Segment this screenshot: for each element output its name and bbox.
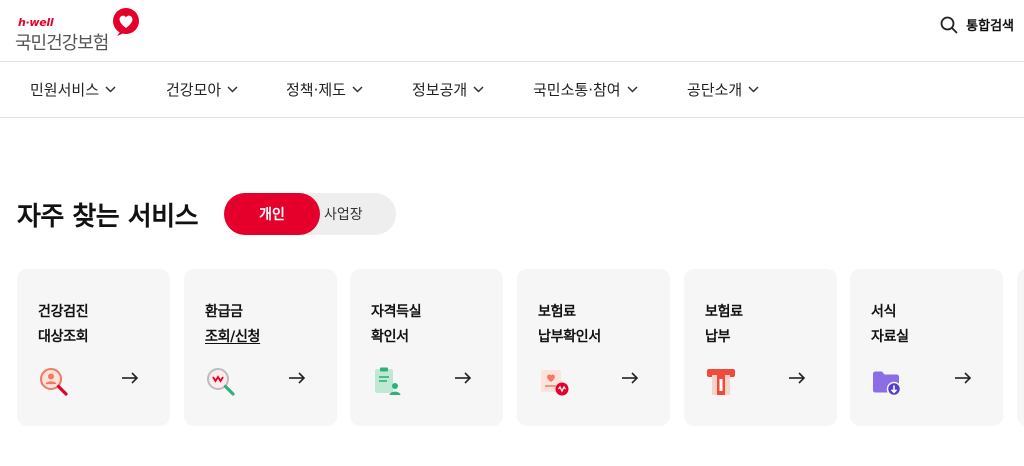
user-type-toggle: 개인 사업장 bbox=[224, 193, 396, 235]
person-search-icon bbox=[40, 368, 68, 396]
service-card-partial[interactable] bbox=[1017, 269, 1024, 426]
heart-logo-icon bbox=[113, 8, 139, 36]
nav-item-disclosure[interactable]: 정보공개 bbox=[412, 79, 484, 100]
arrow-right-icon bbox=[622, 372, 639, 384]
card-title-line2: 확인서 bbox=[371, 329, 409, 345]
logo-brand: h·well bbox=[18, 16, 54, 29]
service-card-eligibility-certificate[interactable]: 자격득실 확인서 bbox=[350, 269, 503, 426]
toggle-business-button[interactable]: 사업장 bbox=[320, 193, 396, 235]
section-title: 자주 찾는 서비스 bbox=[17, 202, 199, 232]
service-card-premium-payment[interactable]: 보험료 납부 bbox=[684, 269, 837, 426]
chevron-down-icon bbox=[352, 86, 363, 93]
card-title-line1: 건강검진 bbox=[38, 304, 89, 320]
arrow-right-icon bbox=[122, 372, 139, 384]
arrow-right-icon bbox=[289, 372, 306, 384]
premium-receipt-icon bbox=[541, 370, 569, 396]
card-title-line1: 보험료 bbox=[538, 304, 576, 320]
service-card-forms-library[interactable]: 서식 자료실 bbox=[850, 269, 1003, 426]
search-icon bbox=[940, 16, 958, 33]
card-title-line2: 납부 bbox=[705, 329, 731, 345]
nav-item-about[interactable]: 공단소개 bbox=[687, 79, 759, 100]
nav-item-label: 공단소개 bbox=[687, 81, 743, 99]
chevron-down-icon bbox=[748, 86, 759, 93]
nav-item-label: 정보공개 bbox=[412, 81, 468, 99]
folder-download-icon bbox=[873, 371, 902, 397]
nav-item-participation[interactable]: 국민소통·참여 bbox=[533, 79, 638, 100]
chevron-down-icon bbox=[227, 86, 238, 93]
nav-item-label: 민원서비스 bbox=[30, 81, 100, 99]
nav-item-label: 국민소통·참여 bbox=[533, 81, 621, 99]
nav-item-label: 건강모아 bbox=[166, 81, 222, 99]
payment-machine-icon bbox=[707, 369, 735, 395]
site-header: h·well 국민건강보험 통합검색 bbox=[0, 0, 1024, 62]
logo-org-name: 국민건강보험 bbox=[15, 33, 109, 54]
integrated-search-button[interactable]: 통합검색 bbox=[940, 15, 1014, 34]
service-card-refund[interactable]: 환급금 조회/신청 bbox=[184, 269, 337, 426]
card-title-line2: 자료실 bbox=[871, 329, 909, 345]
service-card-health-checkup[interactable]: 건강검진 대상조회 bbox=[17, 269, 170, 426]
refund-search-icon bbox=[207, 368, 235, 396]
card-title-line2: 대상조회 bbox=[38, 329, 89, 345]
main-nav: 민원서비스 건강모아 정책·제도 정보공개 국민소통·참여 공단소개 bbox=[0, 62, 1024, 118]
chevron-down-icon bbox=[473, 86, 484, 93]
card-title-line2: 조회/신청 bbox=[205, 329, 261, 345]
toggle-individual-button[interactable]: 개인 bbox=[224, 193, 320, 235]
nav-item-label: 정책·제도 bbox=[286, 81, 346, 99]
arrow-right-icon bbox=[455, 372, 472, 384]
card-title-line1: 보험료 bbox=[705, 304, 743, 320]
card-title-line1: 자격득실 bbox=[371, 304, 422, 320]
arrow-right-icon bbox=[789, 372, 806, 384]
arrow-right-icon bbox=[955, 372, 972, 384]
chevron-down-icon bbox=[627, 86, 638, 93]
card-title-line1: 환급금 bbox=[205, 304, 243, 320]
site-logo[interactable]: h·well 국민건강보험 bbox=[15, 7, 145, 54]
nav-item-civil-service[interactable]: 민원서비스 bbox=[30, 79, 116, 100]
card-title-line2: 납부확인서 bbox=[538, 329, 601, 345]
service-card-premium-receipt[interactable]: 보험료 납부확인서 bbox=[517, 269, 670, 426]
nav-item-policy[interactable]: 정책·제도 bbox=[286, 79, 363, 100]
chevron-down-icon bbox=[105, 86, 116, 93]
certificate-person-icon bbox=[375, 367, 401, 395]
search-label: 통합검색 bbox=[966, 19, 1014, 34]
card-title-line1: 서식 bbox=[871, 304, 897, 320]
nav-item-health-moa[interactable]: 건강모아 bbox=[166, 79, 238, 100]
